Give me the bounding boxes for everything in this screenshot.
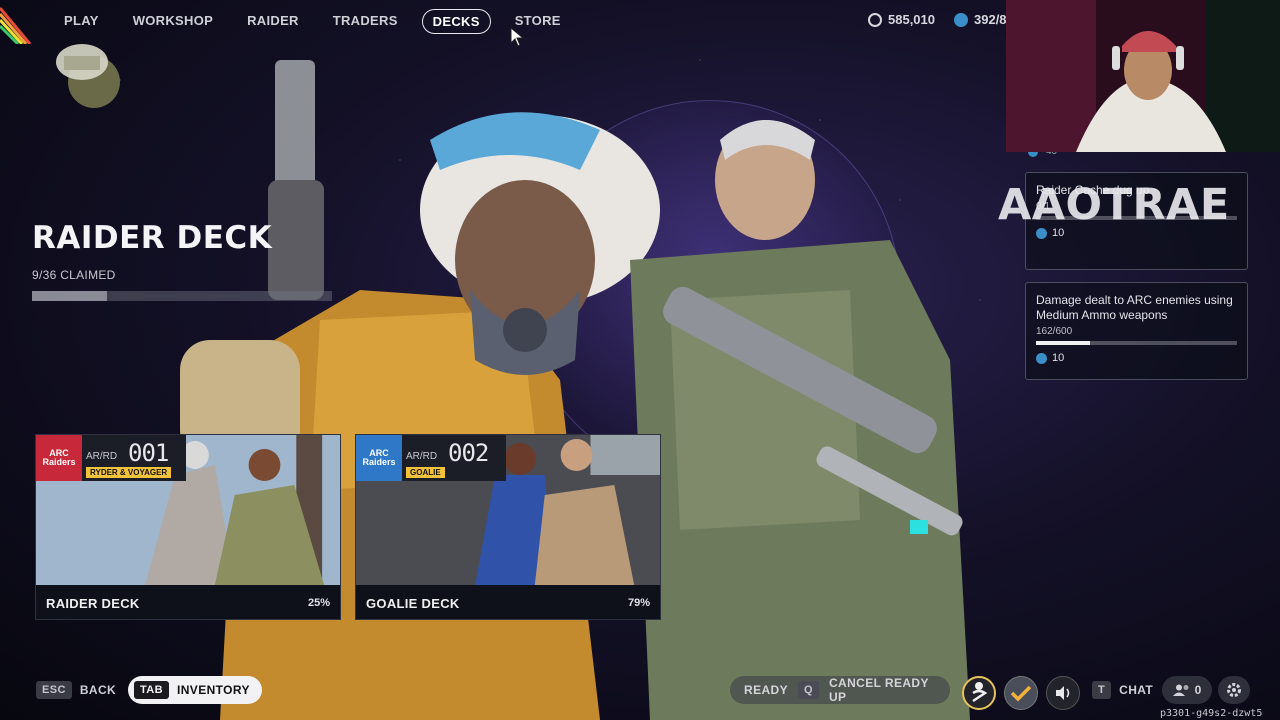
friends-icon: [1172, 684, 1189, 696]
coin-icon: [868, 12, 882, 27]
quest-progress-fill: [1036, 341, 1091, 345]
card-footer: RAIDER DECK 25%: [36, 585, 340, 619]
quest-reward: 10: [1036, 352, 1237, 364]
chat-button[interactable]: T CHAT: [1092, 672, 1153, 708]
card-number: 001: [128, 439, 169, 467]
claimed-progress-bar: [32, 291, 332, 301]
card-code: AR/RD 001 RYDER & VOYAGER: [82, 435, 186, 481]
arc-raiders-badge: ARC Raiders: [356, 435, 402, 481]
page-title: RAIDER DECK: [32, 220, 273, 256]
tab-workshop[interactable]: WORKSHOP: [123, 9, 223, 34]
t-key: T: [1092, 681, 1112, 699]
snake-emblem-icon: [972, 682, 988, 703]
inventory-button[interactable]: TAB INVENTORY: [128, 676, 262, 704]
friends-count: 0: [1194, 683, 1202, 697]
card-name: RAIDER DECK: [46, 595, 140, 611]
ready-controls[interactable]: READY Q CANCEL READY UP: [730, 676, 950, 704]
card-header: ARC Raiders AR/RD 002 GOALIE: [356, 435, 506, 481]
quest-card[interactable]: Damage dealt to ARC enemies using Medium…: [1025, 282, 1248, 380]
webcam-overlay: [1006, 0, 1280, 152]
cancel-ready-label: CANCEL READY UP: [828, 676, 929, 704]
checkmark-button[interactable]: [1004, 676, 1038, 710]
bottom-action-bar: ESC BACK TAB INVENTORY READY Q CANCEL RE…: [0, 672, 1280, 710]
back-label: BACK: [79, 683, 117, 697]
card-prefix: AR/RD: [86, 451, 118, 462]
coin-balance: 585,010: [868, 12, 935, 27]
chat-label: CHAT: [1119, 683, 1154, 697]
card-tagline: GOALIE: [406, 467, 445, 478]
emblem-button[interactable]: [962, 676, 996, 710]
voice-chat-button[interactable]: [1046, 676, 1080, 710]
nav-tabs: PLAY WORKSHOP RAIDER TRADERS DECKS STORE: [64, 9, 585, 34]
token-amount: 392/8: [974, 12, 1007, 27]
check-icon: [1010, 685, 1032, 702]
quest-progress-bar: [1036, 341, 1237, 345]
trae-logo: [56, 44, 120, 108]
card-header: ARC Raiders AR/RD 001 RYDER & VOYAGER: [36, 435, 186, 481]
planet-background: [520, 100, 900, 480]
session-id: p3301-g49s2-dzwt5: [1160, 708, 1263, 719]
quest-progress-text: 162/600: [1036, 326, 1073, 337]
card-percent: 79%: [627, 597, 650, 609]
deck-card-raider[interactable]: ARC Raiders AR/RD 001 RYDER & VOYAGER RA…: [35, 434, 341, 620]
gear-icon: [1227, 683, 1241, 697]
settings-button[interactable]: [1218, 676, 1250, 704]
arc-raiders-badge: ARC Raiders: [36, 435, 82, 481]
token-icon: [1036, 352, 1047, 364]
card-footer: GOALIE DECK 79%: [356, 585, 660, 619]
streamer-name-overlay: AAOTRAE: [998, 180, 1230, 230]
claimed-count: 9/36 CLAIMED: [32, 268, 116, 282]
tab-traders[interactable]: TRADERS: [323, 9, 408, 34]
card-code: AR/RD 002 GOALIE: [402, 435, 506, 481]
token-icon: [954, 12, 968, 27]
friends-button[interactable]: 0: [1162, 676, 1212, 704]
speaker-icon: [1056, 686, 1070, 700]
mouse-cursor-icon: [510, 27, 525, 47]
quest-description: Damage dealt to ARC enemies using Medium…: [1036, 293, 1233, 322]
back-button[interactable]: ESC BACK: [36, 672, 116, 708]
q-key: Q: [798, 681, 819, 699]
card-prefix: AR/RD: [406, 451, 438, 462]
tab-raider[interactable]: RAIDER: [237, 9, 309, 34]
claimed-progress-fill: [32, 291, 107, 301]
coin-amount: 585,010: [888, 12, 935, 27]
card-name: GOALIE DECK: [366, 595, 460, 611]
esc-key: ESC: [36, 681, 72, 699]
ready-label: READY: [744, 683, 789, 697]
tab-decks[interactable]: DECKS: [421, 9, 491, 34]
token-balance: 392/8: [954, 12, 1007, 27]
card-tagline: RYDER & VOYAGER: [86, 467, 172, 478]
card-percent: 25%: [307, 597, 330, 609]
rainbow-logo-icon: [0, 7, 32, 44]
inventory-label: INVENTORY: [177, 683, 250, 697]
card-number: 002: [448, 439, 489, 467]
deck-card-goalie[interactable]: ARC Raiders AR/RD 002 GOALIE GOALIE DECK…: [355, 434, 661, 620]
quest-reward-amount: 10: [1052, 352, 1065, 364]
tab-key: TAB: [134, 681, 169, 699]
